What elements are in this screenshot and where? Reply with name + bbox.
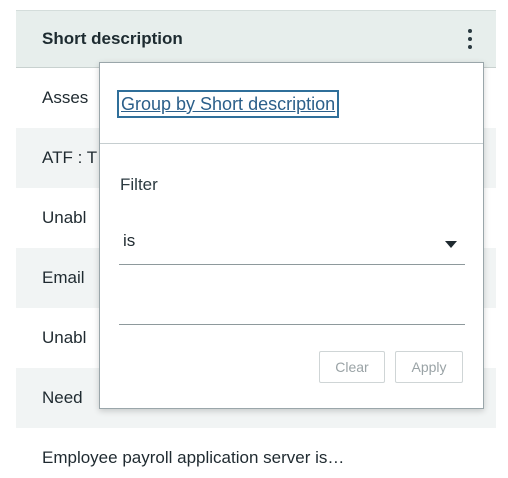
apply-button[interactable]: Apply <box>395 351 463 383</box>
filter-label: Filter <box>120 175 158 194</box>
group-by-link[interactable]: Group by Short description <box>117 90 340 118</box>
column-header[interactable]: Short description <box>16 10 496 68</box>
filter-operator-value: is <box>123 231 136 250</box>
column-title: Short description <box>42 29 183 48</box>
clear-button[interactable]: Clear <box>319 351 385 383</box>
table-row[interactable]: Employee payroll application server is… <box>16 428 496 478</box>
column-options-popover: Group by Short description Filter is Cle… <box>99 62 484 409</box>
filter-value-input[interactable] <box>119 285 465 325</box>
caret-down-icon <box>445 241 457 248</box>
group-by-section: Group by Short description <box>100 63 483 144</box>
column-menu-icon[interactable] <box>464 28 476 50</box>
list-column-view: Short description Asses ATF : T Unabl Em… <box>0 0 508 478</box>
filter-operator-select[interactable]: is <box>119 223 465 265</box>
